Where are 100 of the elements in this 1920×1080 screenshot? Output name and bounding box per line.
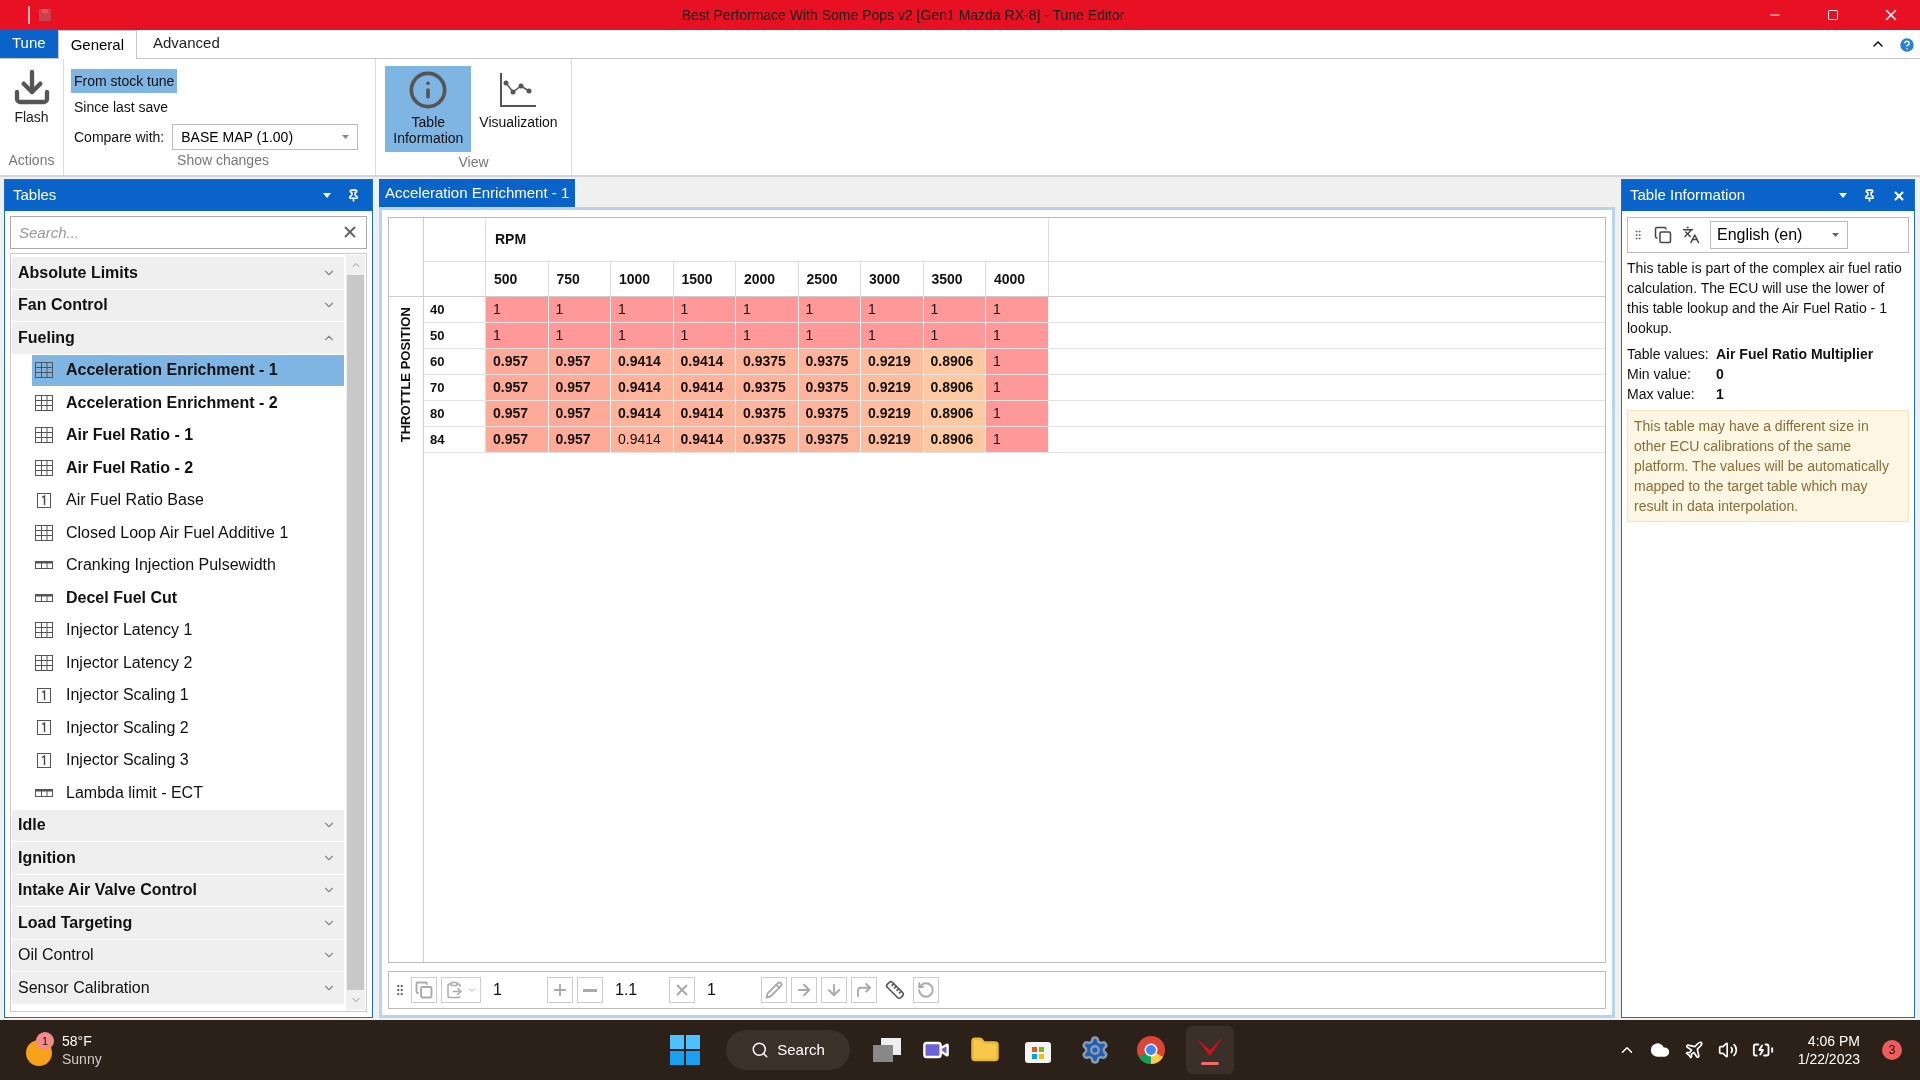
close-icon[interactable] <box>1892 188 1906 203</box>
table-cell[interactable]: 0.9414 <box>673 349 736 374</box>
table-item[interactable]: Lambda limit - ECT <box>32 777 344 809</box>
settings-icon[interactable] <box>1080 1035 1110 1065</box>
table-cell[interactable]: 1 <box>611 323 674 348</box>
active-app-icon[interactable] <box>1186 1026 1234 1074</box>
table-item[interactable]: Cranking Injection Pulsewidth <box>32 549 344 581</box>
task-view-icon[interactable] <box>872 1037 902 1063</box>
table-cell[interactable]: 0.957 <box>548 349 611 374</box>
table-item[interactable]: Air Fuel Ratio Base <box>32 484 344 516</box>
airplane-icon[interactable] <box>1683 1040 1704 1060</box>
table-cell[interactable]: 0.9414 <box>611 427 674 452</box>
table-cell[interactable]: 0.9375 <box>798 349 861 374</box>
table-cell[interactable]: 0.957 <box>548 401 611 426</box>
table-cell[interactable]: 0.957 <box>486 427 549 452</box>
table-cell[interactable]: 0.9375 <box>798 427 861 452</box>
notification-count[interactable]: 3 <box>1882 1040 1902 1060</box>
table-cell[interactable]: 0.9414 <box>673 401 736 426</box>
table-cell[interactable]: 0.957 <box>486 375 549 400</box>
table-cell[interactable]: 0.9414 <box>673 427 736 452</box>
windows-logo-icon[interactable] <box>670 1035 700 1065</box>
table-cell[interactable]: 1 <box>986 401 1049 426</box>
dropdown-caret-icon[interactable] <box>323 193 331 198</box>
table-cell[interactable]: 0.957 <box>486 349 549 374</box>
table-item[interactable]: Closed Loop Air Fuel Additive 1 <box>32 517 344 549</box>
table-cell[interactable]: 0.9219 <box>861 375 924 400</box>
ribbon-tab[interactable]: Advanced <box>137 29 236 58</box>
table-item[interactable]: Injector Scaling 1 <box>32 679 344 711</box>
table-cell[interactable]: 0.9375 <box>798 401 861 426</box>
help-icon[interactable] <box>1898 36 1916 54</box>
group-header[interactable]: Intake Air Valve Control <box>12 874 344 906</box>
input-field[interactable]: 1 <box>699 978 757 1002</box>
show-changes-option[interactable]: From stock tune <box>71 69 178 93</box>
table-cell[interactable]: 0.9375 <box>736 401 799 426</box>
view-button[interactable]: Table Information <box>385 66 472 152</box>
language-dropdown[interactable]: English (en) <box>1710 221 1848 249</box>
table-item[interactable]: Injector Scaling 3 <box>32 744 344 776</box>
table-cell[interactable]: 1 <box>486 323 549 348</box>
table-item[interactable]: Injector Scaling 2 <box>32 712 344 744</box>
input-field[interactable]: 1.1 <box>607 978 665 1002</box>
table-cell[interactable]: 1 <box>986 427 1049 452</box>
copy-icon[interactable] <box>1654 226 1672 244</box>
table-cell[interactable]: 1 <box>548 323 611 348</box>
pin-icon[interactable] <box>347 189 360 202</box>
clock-time[interactable]: 4:06 PM <box>1807 1032 1860 1050</box>
group-header[interactable]: Oil Control <box>12 939 344 971</box>
view-button[interactable]: Visualization <box>475 66 562 152</box>
taskbar-search[interactable]: Search <box>726 1030 850 1070</box>
table-cell[interactable]: 1 <box>861 297 924 322</box>
table-cell[interactable]: 1 <box>736 297 799 322</box>
table-cell[interactable]: 1 <box>736 323 799 348</box>
table-cell[interactable]: 0.957 <box>548 375 611 400</box>
table-cell[interactable]: 1 <box>861 323 924 348</box>
table-cell[interactable]: 0.9414 <box>611 375 674 400</box>
clock-date[interactable]: 1/22/2023 <box>1797 1050 1860 1068</box>
tune-menu-tab[interactable]: Tune <box>0 29 58 58</box>
table-cell[interactable]: 0.957 <box>548 427 611 452</box>
table-cell[interactable]: 1 <box>986 323 1049 348</box>
table-cell[interactable]: 1 <box>548 297 611 322</box>
document-tab[interactable]: Acceleration Enrichment - 1 <box>379 179 576 207</box>
table-cell[interactable]: 0.8906 <box>923 375 986 400</box>
table-item[interactable]: Acceleration Enrichment - 2 <box>32 387 344 419</box>
table-cell[interactable]: 1 <box>986 375 1049 400</box>
input-field[interactable]: 1 <box>485 978 543 1002</box>
group-header[interactable]: Ignition <box>12 842 344 874</box>
table-item[interactable]: Acceleration Enrichment - 1 <box>32 354 344 386</box>
table-cell[interactable]: 1 <box>798 323 861 348</box>
group-header[interactable]: Load Targeting <box>12 907 344 939</box>
group-header[interactable]: Fan Control <box>12 289 344 321</box>
group-header[interactable]: Absolute Limits <box>12 257 344 289</box>
table-cell[interactable]: 0.8906 <box>923 401 986 426</box>
group-header[interactable]: Sensor Calibration <box>12 972 344 1004</box>
translate-icon[interactable] <box>1682 226 1700 244</box>
table-item[interactable]: Decel Fuel Cut <box>32 582 344 614</box>
table-cell[interactable]: 1 <box>673 297 736 322</box>
table-cell[interactable]: 0.9375 <box>736 427 799 452</box>
table-cell[interactable]: 0.9219 <box>861 401 924 426</box>
show-changes-option[interactable]: Since last save <box>71 95 172 119</box>
table-cell[interactable]: 1 <box>923 323 986 348</box>
ruler-icon[interactable] <box>885 980 905 1000</box>
table-item[interactable]: Air Fuel Ratio - 2 <box>32 452 344 484</box>
table-cell[interactable]: 0.9414 <box>673 375 736 400</box>
table-cell[interactable]: 0.9375 <box>736 375 799 400</box>
pin-icon[interactable] <box>1863 189 1876 202</box>
table-cell[interactable]: 1 <box>798 297 861 322</box>
table-cell[interactable]: 0.9414 <box>611 401 674 426</box>
dropdown-caret-icon[interactable] <box>1839 193 1847 198</box>
table-cell[interactable]: 0.9219 <box>861 349 924 374</box>
table-cell[interactable]: 1 <box>986 297 1049 322</box>
table-cell[interactable]: 0.8906 <box>923 427 986 452</box>
table-cell[interactable]: 1 <box>486 297 549 322</box>
table-cell[interactable]: 0.8906 <box>923 349 986 374</box>
table-cell[interactable]: 1 <box>673 323 736 348</box>
table-item[interactable]: Injector Latency 2 <box>32 647 344 679</box>
volume-icon[interactable] <box>1717 1040 1738 1060</box>
compare-dropdown[interactable]: BASE MAP (1.00) <box>172 124 359 150</box>
table-cell[interactable]: 1 <box>611 297 674 322</box>
flash-button[interactable]: Flash <box>11 67 52 128</box>
table-cell[interactable]: 1 <box>923 297 986 322</box>
table-cell[interactable]: 0.9219 <box>861 427 924 452</box>
